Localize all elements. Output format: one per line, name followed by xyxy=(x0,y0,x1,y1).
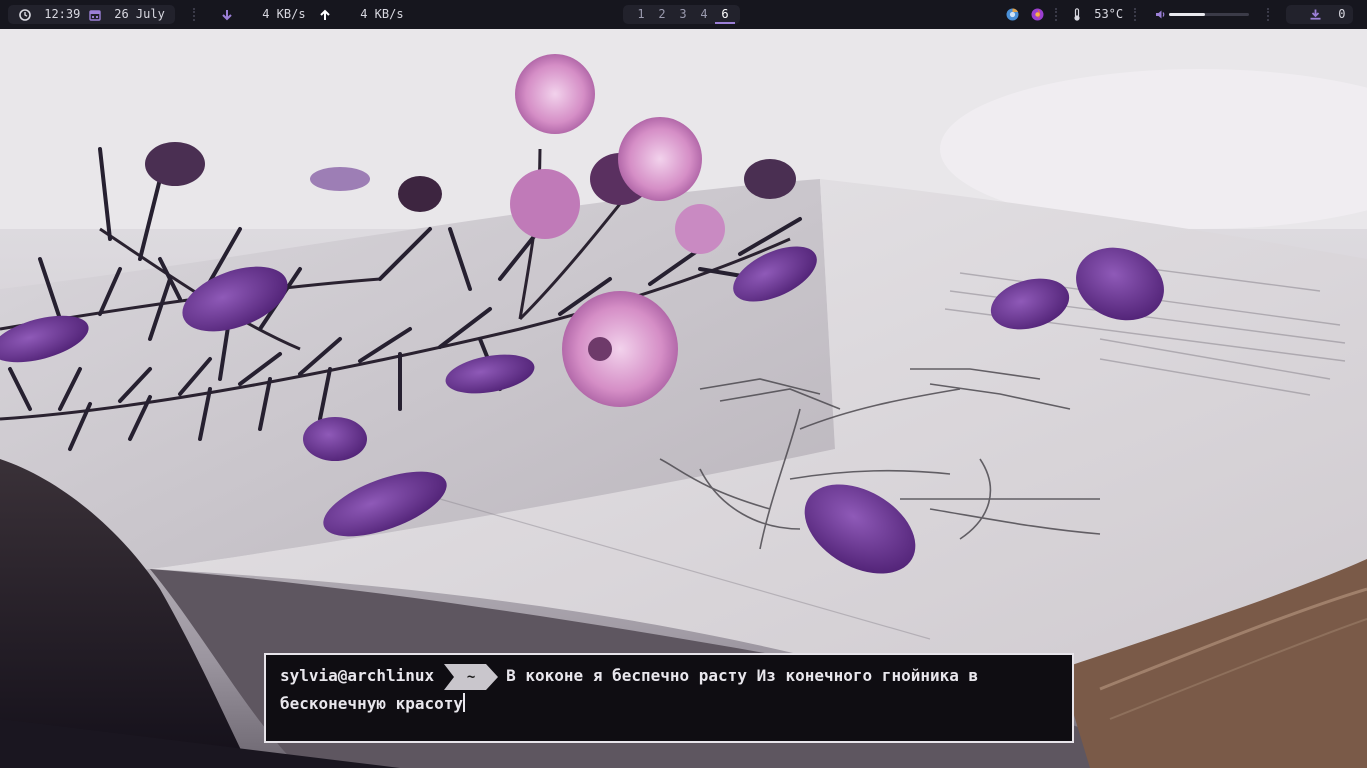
prompt-directory: ~ xyxy=(466,668,476,685)
date-value: 26 July xyxy=(114,7,165,21)
date-module[interactable]: 26 July xyxy=(89,0,165,29)
separator xyxy=(193,8,197,21)
volume-module[interactable] xyxy=(1155,0,1166,29)
separator xyxy=(1055,8,1059,21)
arrow-up-icon xyxy=(320,9,330,20)
terminal-window[interactable]: sylvia@archlinux ~ В коконе я беспечно рас… xyxy=(264,653,1074,743)
workspace-6-active[interactable]: 6 xyxy=(715,0,735,29)
text-cursor xyxy=(463,692,466,712)
download-speed: 4 KB/s xyxy=(262,7,306,21)
clock-time: 12:39 xyxy=(44,7,81,21)
terminal-command-text: В коконе я беспечно расту Из конечного г… xyxy=(506,666,979,685)
system-tray xyxy=(1006,0,1044,29)
temperature-module: 53°C xyxy=(1073,0,1123,29)
thermometer-icon xyxy=(1074,8,1080,21)
volume-slider-fill xyxy=(1169,13,1205,16)
terminal-command-text-continued: бесконечную красоту xyxy=(280,693,464,713)
upload-speed: 4 KB/s xyxy=(360,7,404,21)
workspace-1[interactable]: 1 xyxy=(631,0,651,29)
separator xyxy=(1134,8,1138,21)
clock-module[interactable]: 12:39 xyxy=(19,0,80,29)
prompt-directory-segment: ~ xyxy=(444,663,499,690)
terminal-line-1: sylvia@archlinux ~ В коконе я беспечно рас… xyxy=(280,662,1058,690)
download-icon xyxy=(1310,9,1321,20)
firefox-icon[interactable] xyxy=(1031,8,1044,21)
network-down: 4 KB/s xyxy=(221,0,306,29)
temperature-value: 53°C xyxy=(1094,7,1124,21)
active-workspace-indicator xyxy=(715,22,735,24)
network-up: 4 KB/s xyxy=(319,0,404,29)
updates-count: 0 xyxy=(1338,7,1346,21)
speaker-icon xyxy=(1156,10,1165,19)
updates-module[interactable]: 0 xyxy=(1310,0,1345,29)
top-status-bar: 12:39 26 July 4 KB/s 4 KB/s 1 2 3 4 6 53… xyxy=(0,0,1367,29)
workspace-4[interactable]: 4 xyxy=(694,0,714,29)
volume-slider[interactable] xyxy=(1169,13,1249,16)
separator xyxy=(1267,8,1271,21)
prompt-user-host: sylvia@archlinux xyxy=(280,666,435,685)
workspace-3[interactable]: 3 xyxy=(673,0,693,29)
arrow-down-icon xyxy=(222,9,232,20)
clock-icon xyxy=(19,8,31,21)
workspace-2[interactable]: 2 xyxy=(652,0,672,29)
terminal-line-2: бесконечную красоту xyxy=(280,690,1058,717)
calendar-icon xyxy=(89,9,101,21)
chromium-icon[interactable] xyxy=(1006,8,1019,21)
